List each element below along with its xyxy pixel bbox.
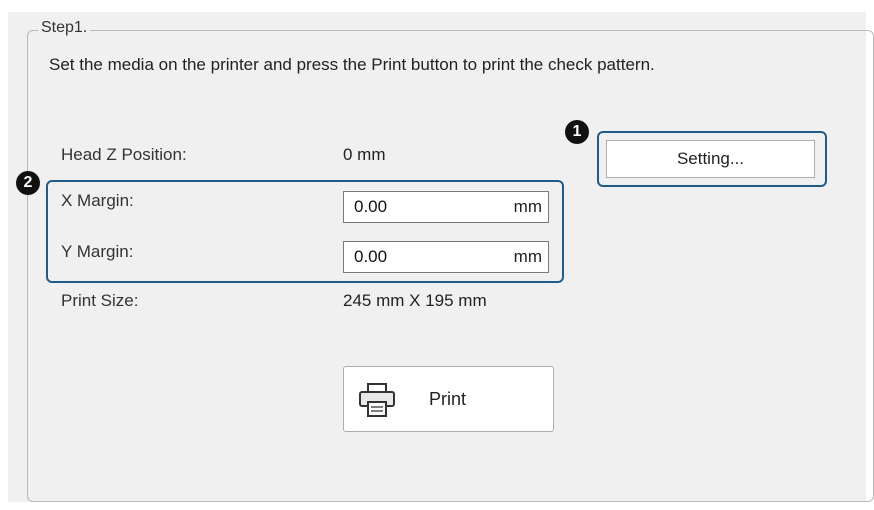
setting-button-label: Setting...	[676, 149, 745, 168]
print-button[interactable]: Print	[343, 366, 554, 432]
y-margin-unit: mm	[513, 247, 542, 266]
head-z-label: Head Z Position:	[61, 145, 187, 164]
printer-icon	[359, 383, 395, 417]
setting-button[interactable]: Setting...	[606, 140, 815, 178]
y-margin-input[interactable]: 0.00 mm	[343, 241, 549, 273]
print-size-label: Print Size:	[61, 291, 139, 310]
instruction-text: Set the media on the printer and press t…	[49, 55, 655, 74]
x-margin-unit: mm	[513, 197, 542, 216]
x-margin-label: X Margin:	[61, 191, 134, 210]
x-margin-value: 0.00	[354, 197, 388, 216]
y-margin-label: Y Margin:	[61, 242, 134, 261]
y-margin-value: 0.00	[354, 247, 388, 266]
x-margin-input[interactable]: 0.00 mm	[343, 191, 549, 223]
print-button-label: Print	[429, 389, 467, 409]
group-title: Step1.	[38, 19, 91, 37]
callout-badge-2: 2	[16, 171, 40, 195]
head-z-value: 0 mm	[343, 145, 386, 164]
print-size-value: 245 mm X 195 mm	[343, 291, 487, 310]
callout-badge-1: 1	[565, 120, 589, 144]
